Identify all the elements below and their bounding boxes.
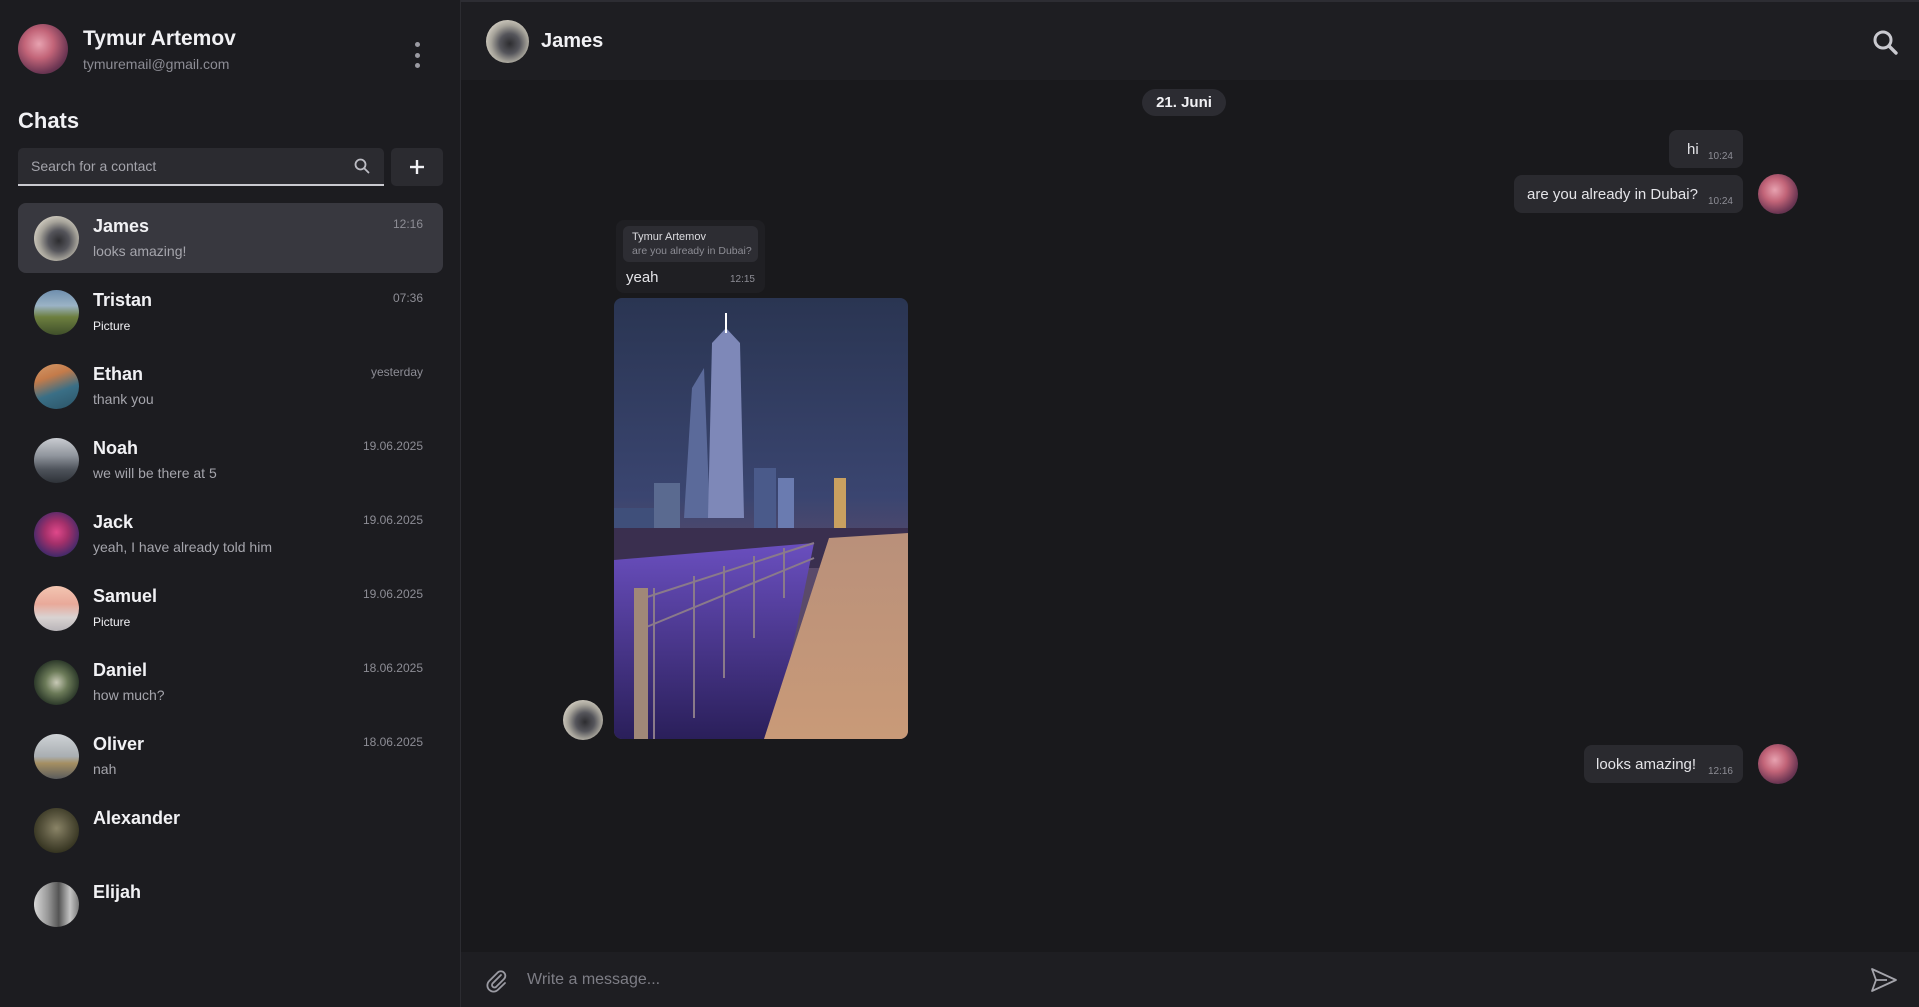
chat-item-name: Noah — [93, 438, 138, 458]
user-email: tymuremail@gmail.com — [83, 56, 230, 72]
conversation-panel: James 21. Juni hi 10:24 are you already … — [461, 0, 1919, 1007]
chat-list: James looks amazing! 12:16 Tristan Pictu… — [18, 203, 443, 943]
user-avatar — [18, 24, 68, 74]
contact-search-input[interactable] — [18, 158, 348, 174]
chat-item-preview: Picture — [93, 615, 131, 629]
chat-item-time: 07:36 — [392, 291, 423, 305]
chat-item-daniel[interactable]: Daniel how much? 18.06.2025 — [18, 647, 443, 721]
chat-item-name: Ethan — [93, 364, 144, 384]
chat-item-preview: thank you — [93, 391, 154, 407]
message-text: yeah — [626, 269, 659, 286]
chat-item-noah[interactable]: Noah we will be there at 5 19.06.2025 — [18, 425, 443, 499]
quoted-reply-author: Tymur Artemov — [632, 231, 706, 243]
contact-avatar — [34, 660, 79, 705]
chat-item-elijah[interactable]: Elijah — [18, 869, 443, 943]
message-time: 12:15 — [729, 274, 755, 285]
chat-item-time: 19.06.2025 — [362, 513, 423, 527]
contact-avatar — [34, 438, 79, 483]
conversation-header: James — [461, 0, 1919, 80]
chat-item-time: 19.06.2025 — [362, 439, 423, 453]
chat-item-ethan[interactable]: Ethan thank you yesterday — [18, 351, 443, 425]
message-text: hi — [1687, 141, 1699, 158]
chat-item-preview: yeah, I have already told him — [93, 539, 272, 555]
chat-item-name: Elijah — [93, 882, 142, 902]
send-icon[interactable] — [1869, 965, 1899, 995]
user-name: Tymur Artemov — [83, 27, 236, 50]
message-text: looks amazing! — [1596, 756, 1697, 773]
contact-name[interactable]: James — [541, 30, 603, 53]
chat-app: Tymur Artemov tymuremail@gmail.com Chats… — [0, 0, 1919, 1007]
chat-item-name: James — [93, 216, 150, 236]
chat-item-preview: we will be there at 5 — [93, 465, 217, 481]
search-icon[interactable] — [348, 152, 376, 180]
quoted-reply[interactable]: Tymur Artemov are you already in Dubai? — [623, 226, 758, 262]
chat-item-preview: nah — [93, 761, 117, 777]
chat-item-preview: how much? — [93, 687, 165, 703]
sender-avatar — [1758, 744, 1798, 784]
chat-item-preview: Picture — [93, 319, 131, 333]
message-outgoing[interactable]: looks amazing! 12:16 — [1584, 745, 1743, 783]
chat-item-time: 18.06.2025 — [362, 735, 423, 749]
chats-title: Chats — [18, 108, 80, 133]
contact-avatar — [34, 512, 79, 557]
kebab-menu-icon[interactable] — [410, 42, 424, 68]
chat-item-name: Jack — [93, 512, 134, 532]
sender-avatar — [1758, 174, 1798, 214]
chat-item-time: 18.06.2025 — [362, 661, 423, 675]
message-photo[interactable] — [614, 298, 908, 739]
chat-item-james[interactable]: James looks amazing! 12:16 — [18, 203, 443, 273]
message-outgoing[interactable]: hi 10:24 — [1669, 130, 1743, 168]
contact-avatar — [34, 734, 79, 779]
contact-avatar — [34, 216, 79, 261]
contact-avatar — [34, 882, 79, 927]
message-time: 12:16 — [1707, 766, 1733, 777]
contact-search — [18, 148, 384, 186]
chat-item-name: Oliver — [93, 734, 145, 754]
chat-item-name: Tristan — [93, 290, 153, 310]
date-separator: 21. Juni — [1142, 89, 1226, 116]
chat-item-time: 19.06.2025 — [362, 587, 423, 601]
chat-item-name: Daniel — [93, 660, 148, 680]
message-outgoing[interactable]: are you already in Dubai? 10:24 — [1514, 175, 1743, 213]
chat-item-time: 12:16 — [392, 217, 423, 231]
chat-item-tristan[interactable]: Tristan Picture 07:36 — [18, 277, 443, 351]
chat-item-time: yesterday — [370, 365, 423, 379]
message-composer — [461, 952, 1919, 1007]
chat-item-name: Samuel — [93, 586, 158, 606]
search-icon[interactable] — [1871, 28, 1899, 56]
sidebar: Tymur Artemov tymuremail@gmail.com Chats… — [0, 0, 461, 1007]
contact-avatar — [34, 586, 79, 631]
chat-item-preview: looks amazing! — [93, 243, 187, 259]
message-time: 10:24 — [1707, 151, 1733, 162]
message-text: are you already in Dubai? — [1527, 186, 1698, 203]
chat-item-name: Alexander — [93, 808, 181, 828]
plus-icon — [410, 160, 424, 174]
chat-item-samuel[interactable]: Samuel Picture 19.06.2025 — [18, 573, 443, 647]
paperclip-icon[interactable] — [483, 967, 509, 993]
contact-avatar — [34, 364, 79, 409]
contact-avatar[interactable] — [486, 19, 529, 63]
user-profile[interactable]: Tymur Artemov tymuremail@gmail.com — [18, 24, 236, 74]
message-input[interactable] — [527, 970, 1869, 989]
quoted-reply-text: are you already in Dubai? — [632, 245, 752, 257]
new-chat-button[interactable] — [391, 148, 443, 186]
dubai-marina-photo — [614, 298, 908, 739]
contact-avatar — [34, 290, 79, 335]
chat-item-alexander[interactable]: Alexander — [18, 795, 443, 869]
sender-avatar — [563, 700, 603, 740]
contact-avatar — [34, 808, 79, 853]
message-time: 10:24 — [1707, 196, 1733, 207]
chat-item-jack[interactable]: Jack yeah, I have already told him 19.06… — [18, 499, 443, 573]
message-incoming[interactable]: Tymur Artemov are you already in Dubai? … — [616, 220, 765, 293]
chat-item-oliver[interactable]: Oliver nah 18.06.2025 — [18, 721, 443, 795]
